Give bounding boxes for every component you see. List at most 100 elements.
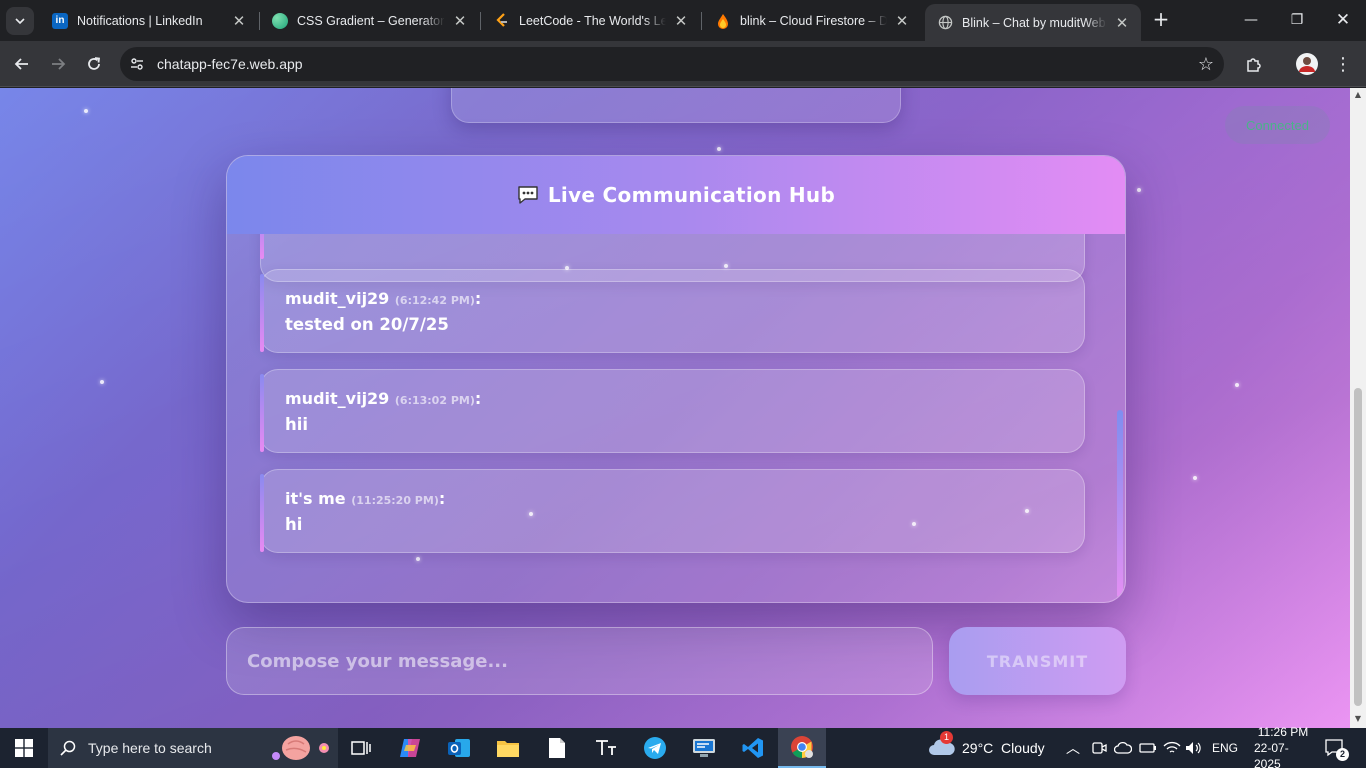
tab-firestore[interactable]: blink – Cloud Firestore – Data ✕ [703,4,921,37]
leetcode-icon [494,12,510,29]
message-text: hi [285,515,303,534]
profile-avatar[interactable] [1293,50,1321,78]
close-icon[interactable]: ✕ [672,12,690,30]
extensions-puzzle-icon[interactable] [1240,50,1268,78]
chat-panel: Live Communication Hub mudit_vij29 (6:12… [226,155,1126,603]
transmit-button[interactable]: TRANSMIT [949,627,1126,695]
clock-date: 22-07-2025 [1254,741,1289,768]
message-list[interactable]: mudit_vij29 (6:12:42 PM): tested on 20/7… [227,234,1125,602]
chat-title: Live Communication Hub [547,183,836,207]
message-card: mudit_vij29 (6:13:02 PM): hii [260,369,1085,453]
windows-start-icon[interactable] [0,728,48,768]
tab-linkedin[interactable]: in Notifications | LinkedIn ✕ [40,4,258,37]
scroll-down-arrow-icon[interactable]: ▼ [1353,714,1363,724]
weather-widget[interactable]: 1 29°C Cloudy [928,728,1045,768]
close-icon[interactable]: ✕ [230,12,248,30]
clock-time: 11:26 PM [1257,725,1309,739]
top-card [451,88,901,123]
brain-flower-icon [268,732,336,768]
tab-blink-chat[interactable]: Blink – Chat by muditWebDev ✕ [925,4,1141,41]
chat-header: Live Communication Hub [227,156,1125,234]
bookmark-star-icon[interactable]: ☆ [1198,54,1214,75]
vscode-icon[interactable] [729,728,777,768]
tab-search-button[interactable] [6,7,34,35]
task-view-icon[interactable] [337,728,385,768]
page-scrollbar-thumb[interactable] [1354,388,1362,706]
restore-icon[interactable]: ❐ [1274,0,1320,40]
notification-count-badge: 2 [1336,748,1349,761]
chevron-down-icon [15,18,25,25]
reload-icon[interactable] [80,50,108,78]
message-card: it's me (11:25:20 PM): hi [260,469,1085,553]
compose-input[interactable] [226,627,933,695]
text-tool-icon[interactable] [582,728,630,768]
telegram-icon[interactable] [631,728,679,768]
message-username: it's me [285,489,346,508]
site-settings-icon[interactable] [120,47,154,81]
minimize-icon[interactable]: — [1228,0,1274,40]
battery-plug-icon[interactable] [1139,728,1157,768]
tab-separator [701,12,702,30]
close-window-icon[interactable]: ✕ [1320,0,1366,40]
weather-alert-badge: 1 [940,730,953,744]
message-meta: mudit_vij29 (6:13:02 PM): [285,389,482,408]
tab-strip: in Notifications | LinkedIn ✕ CSS Gradie… [0,0,1366,41]
message-card: mudit_vij29 (6:12:42 PM): tested on 20/7… [260,269,1085,353]
notification-center-icon[interactable]: 2 [1324,728,1349,768]
speech-bubble-icon [518,186,538,204]
chrome-taskbar-icon[interactable] [778,728,826,768]
connection-status-badge: Connected [1225,106,1330,144]
message-text: tested on 20/7/25 [285,315,449,334]
message-meta: mudit_vij29 (6:12:42 PM): [285,289,482,308]
message-username: mudit_vij29 [285,289,390,308]
star-particle [1235,383,1239,387]
volume-icon[interactable] [1185,728,1203,768]
message-timestamp: (11:25:20 PM) [351,494,439,507]
cssgradient-icon [272,12,288,29]
close-icon[interactable]: ✕ [451,12,469,30]
address-bar[interactable]: chatapp-fec7e.web.app ☆ [120,47,1224,81]
copilot-icon[interactable] [386,728,434,768]
message-text: hii [285,415,309,434]
language-indicator[interactable]: ENG [1212,728,1238,768]
new-tab-plus-icon[interactable]: + [1150,8,1172,30]
message-timestamp: (6:12:42 PM) [394,294,475,307]
kebab-menu-icon[interactable]: ⋮ [1329,50,1357,78]
back-arrow-icon[interactable] [8,50,36,78]
page-scrollbar[interactable]: ▲ ▼ [1350,88,1366,728]
tab-leetcode[interactable]: LeetCode - The World's Leading ✕ [482,4,700,37]
close-icon[interactable]: ✕ [893,12,911,30]
scroll-up-arrow-icon[interactable]: ▲ [1353,90,1363,100]
file-explorer-icon[interactable] [484,728,532,768]
message-meta: it's me (11:25:20 PM): [285,489,446,508]
close-icon[interactable]: ✕ [1113,14,1131,32]
star-particle [84,109,88,113]
cloud-icon: 1 [928,730,956,762]
clock[interactable]: 11:26 PM 22-07-2025 [1254,725,1312,768]
tab-css-gradient[interactable]: CSS Gradient – Generator, Maker ✕ [260,4,479,37]
star-particle [717,147,721,151]
message-timestamp: (6:13:02 PM) [394,394,475,407]
browser-toolbar: chatapp-fec7e.web.app ☆ ⋮ [0,41,1366,87]
remote-desktop-icon[interactable] [680,728,728,768]
linkedin-icon: in [52,12,68,29]
taskbar-search-box[interactable]: Type here to search [48,728,338,768]
notepad-icon[interactable] [533,728,581,768]
taskbar-search-placeholder: Type here to search [88,740,212,756]
url-text: chatapp-fec7e.web.app [157,56,303,72]
outlook-icon[interactable] [435,728,483,768]
search-icon [48,740,88,756]
globe-icon [937,15,953,31]
meet-now-icon[interactable] [1091,728,1107,768]
show-hidden-icons-chevron-icon[interactable]: ︿ [1066,728,1080,768]
star-particle [1137,188,1141,192]
windows-taskbar: Type here to search 1 29°C Cloudy ︿ ENG … [0,725,1366,768]
forward-arrow-icon[interactable] [44,50,72,78]
tab-separator [480,12,481,30]
weather-text: 29°C Cloudy [962,740,1045,756]
wifi-icon[interactable] [1163,728,1181,768]
onedrive-sync-icon[interactable] [1114,728,1132,768]
firebase-icon [715,13,731,29]
chat-scrollbar-thumb[interactable] [1117,410,1123,598]
star-particle [100,380,104,384]
